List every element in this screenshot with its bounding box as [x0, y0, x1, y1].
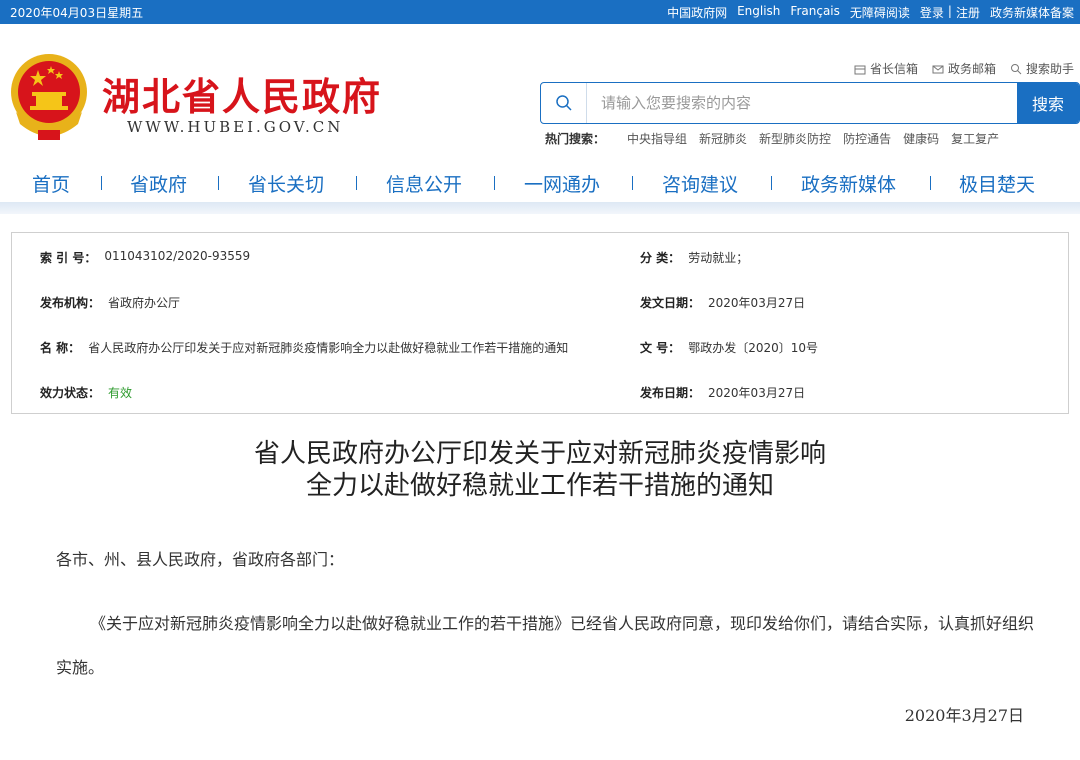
nav-divider [356, 176, 357, 190]
search-assistant-link[interactable]: 搜索助手 [1010, 60, 1074, 77]
top-bar: 2020年04月03日星期五 中国政府网 English Français 无障… [0, 0, 1080, 24]
meta-value: 011043102/2020-93559 [104, 249, 251, 263]
nav-new-media[interactable]: 政务新媒体 [801, 170, 896, 197]
nav-home[interactable]: 首页 [32, 170, 70, 197]
meta-value: 省政府办公厅 [108, 296, 181, 310]
site-url: WWW.HUBEI.GOV.CN [127, 118, 344, 136]
hot-searches-label: 热门搜索： [545, 132, 606, 146]
hot-search-item[interactable]: 健康码 [903, 130, 939, 147]
nav-divider [101, 176, 102, 190]
link-english[interactable]: English [737, 4, 780, 21]
nav-divider [494, 176, 495, 190]
meta-label: 发布机构： [40, 296, 101, 310]
main-nav: 首页 省政府 省长关切 信息公开 一网通办 咨询建议 政务新媒体 极目楚天 [0, 166, 1080, 198]
nav-divider [930, 176, 931, 190]
gov-email-label: 政务邮箱 [947, 62, 996, 76]
document-meta-table: 索 引 号： 011043102/2020-93559 分 类： 劳动就业； 发… [11, 232, 1069, 414]
meta-value: 2020年03月27日 [708, 296, 806, 310]
meta-org: 发布机构： 省政府办公厅 [40, 294, 180, 311]
top-links: 中国政府网 English Français 无障碍阅读 登录 | 注册 政务新… [667, 4, 1074, 21]
magnifier-icon [555, 95, 572, 111]
hot-search-item[interactable]: 防控通告 [843, 130, 891, 147]
hot-search-item[interactable]: 新型肺炎防控 [759, 130, 831, 147]
nav-provincial-gov[interactable]: 省政府 [130, 170, 187, 197]
hot-search-item[interactable]: 新冠肺炎 [699, 130, 747, 147]
article-date: 2020年3月27日 [904, 706, 1024, 725]
article-salutation: 各市、州、县人民政府，省政府各部门： [56, 550, 345, 569]
link-gov-cn[interactable]: 中国政府网 [667, 4, 727, 21]
meta-value: 劳动就业； [688, 251, 749, 265]
link-separator: | [947, 4, 952, 18]
hot-searches: 热门搜索： 中央指导组 新冠肺炎 新型肺炎防控 防控通告 健康码 复工复产 [545, 130, 999, 147]
gov-email-link[interactable]: 政务邮箱 [932, 60, 996, 77]
meta-label: 名 称： [40, 341, 81, 355]
current-date: 2020年04月03日星期五 [10, 6, 144, 20]
search-box: 搜索 [540, 82, 1080, 124]
hot-search-item[interactable]: 复工复产 [951, 130, 999, 147]
mailbox-icon [854, 65, 866, 74]
link-francais[interactable]: Français [790, 4, 839, 21]
link-accessibility[interactable]: 无障碍阅读 [850, 4, 910, 21]
meta-value: 2020年03月27日 [708, 386, 806, 400]
nav-divider [632, 176, 633, 190]
nav-one-stop-service[interactable]: 一网通办 [524, 170, 600, 197]
link-register[interactable]: 注册 [956, 4, 980, 21]
meta-label: 效力状态： [40, 386, 101, 400]
nav-info-disclosure[interactable]: 信息公开 [386, 170, 462, 197]
search-icon [1010, 63, 1022, 74]
governor-mailbox-label: 省长信箱 [869, 62, 918, 76]
header-tools: 省长信箱 政务邮箱 搜索助手 [854, 60, 1074, 77]
nav-divider [771, 176, 772, 190]
nav-jimu-chutian[interactable]: 极目楚天 [959, 170, 1035, 197]
search-field-icon [541, 83, 587, 123]
meta-label: 发布日期： [640, 386, 701, 400]
link-new-media-record[interactable]: 政务新媒体备案 [990, 4, 1074, 21]
status-badge: 有效 [108, 386, 133, 400]
link-login[interactable]: 登录 [920, 4, 944, 21]
search-assistant-label: 搜索助手 [1025, 62, 1074, 76]
article-title-line: 省人民政府办公厅印发关于应对新冠肺炎疫情影响 [253, 439, 826, 469]
nav-divider [218, 176, 219, 190]
hot-search-item[interactable]: 中央指导组 [627, 130, 687, 147]
meta-label: 分 类： [640, 251, 681, 265]
envelope-icon [932, 65, 944, 73]
meta-label: 发文日期： [640, 296, 701, 310]
meta-index: 索 引 号： 011043102/2020-93559 [40, 249, 250, 266]
nav-consult-suggest[interactable]: 咨询建议 [662, 170, 738, 197]
meta-publish-date: 发布日期： 2020年03月27日 [640, 384, 805, 401]
article-title: 省人民政府办公厅印发关于应对新冠肺炎疫情影响 全力以赴做好稳就业工作若干措施的通… [0, 438, 1080, 502]
site-title[interactable]: 湖北省人民政府 [102, 66, 382, 121]
meta-label: 文 号： [640, 341, 681, 355]
meta-value: 鄂政办发〔2020〕10号 [688, 341, 818, 355]
meta-issue-date: 发文日期： 2020年03月27日 [640, 294, 805, 311]
meta-doc-number: 文 号： 鄂政办发〔2020〕10号 [640, 339, 818, 356]
meta-label: 索 引 号： [40, 251, 97, 265]
meta-name: 名 称： 省人民政府办公厅印发关于应对新冠肺炎疫情影响全力以赴做好稳就业工作若干… [40, 339, 568, 356]
nav-underline [0, 202, 1080, 214]
governor-mailbox-link[interactable]: 省长信箱 [854, 60, 918, 77]
article-title-line: 全力以赴做好稳就业工作若干措施的通知 [305, 471, 774, 501]
nav-governor-concerns[interactable]: 省长关切 [248, 170, 324, 197]
meta-status: 效力状态： 有效 [40, 384, 132, 401]
meta-category: 分 类： 劳动就业； [640, 249, 748, 266]
national-emblem-icon [11, 54, 87, 140]
search-button[interactable]: 搜索 [1017, 83, 1079, 123]
article-body: 《关于应对新冠肺炎疫情影响全力以赴做好稳就业工作的若干措施》已经省人民政府同意，… [56, 614, 1035, 677]
search-input[interactable] [587, 83, 1017, 123]
meta-value: 省人民政府办公厅印发关于应对新冠肺炎疫情影响全力以赴做好稳就业工作若干措施的通知 [88, 341, 569, 355]
